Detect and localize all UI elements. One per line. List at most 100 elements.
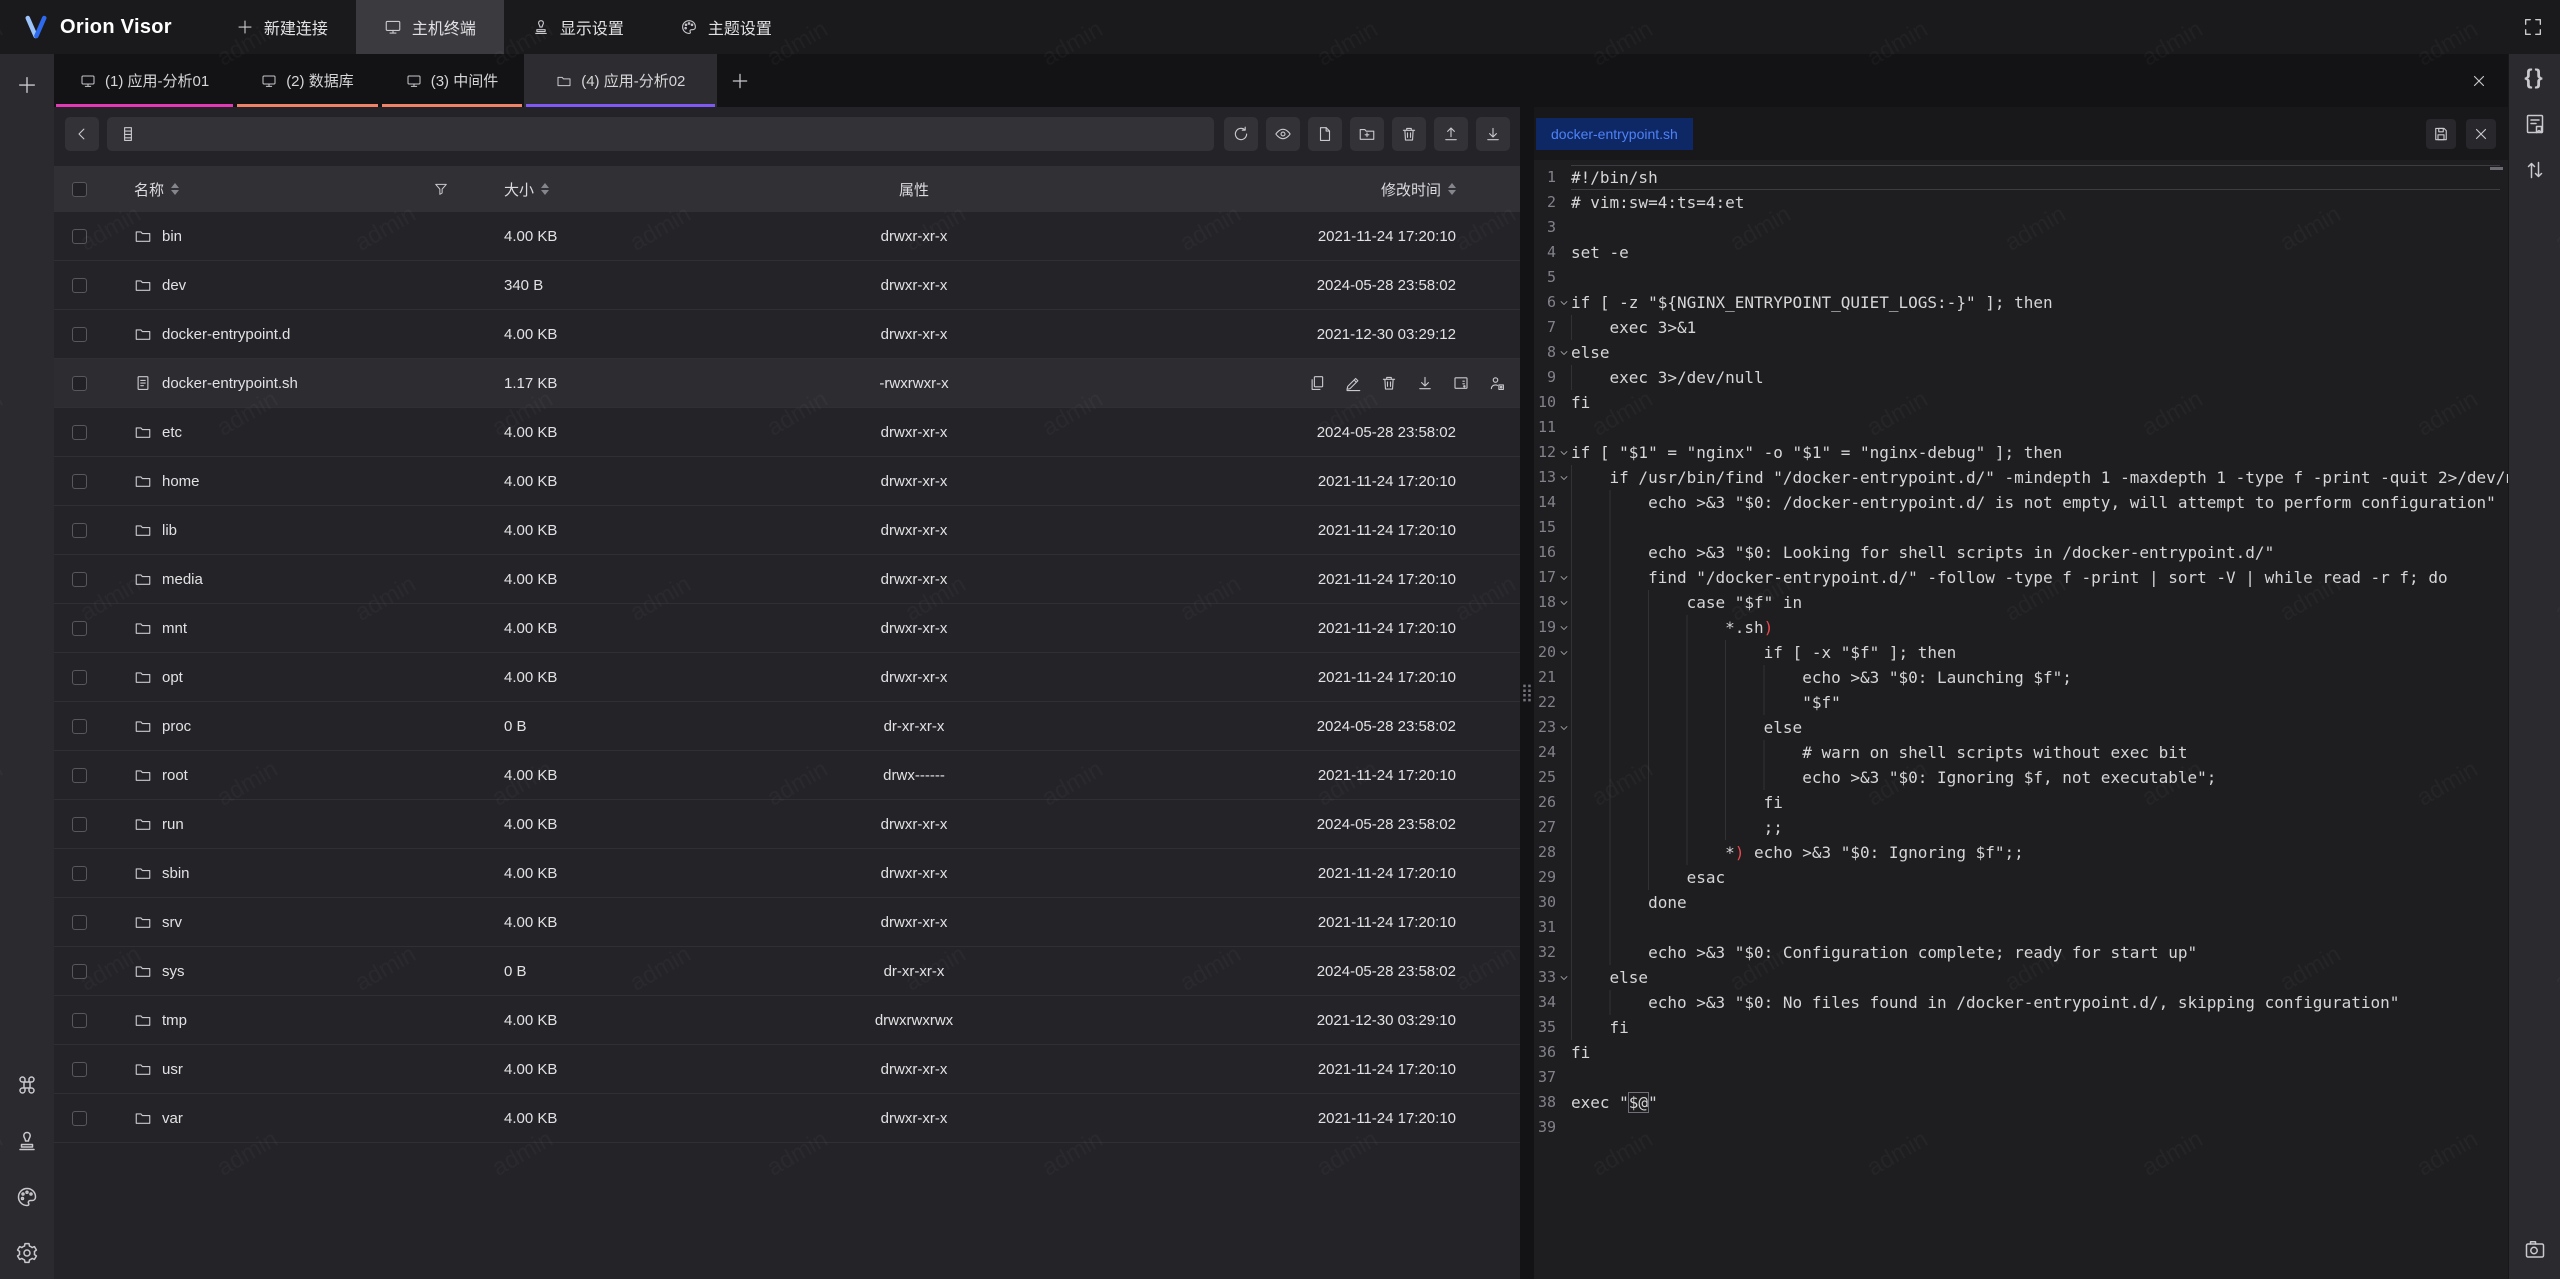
fold-toggle[interactable] (1556, 515, 1571, 540)
fold-toggle[interactable] (1556, 1040, 1571, 1065)
row-checkbox[interactable] (72, 572, 87, 587)
terminal-tab-4[interactable]: (4) 应用-分析02 (524, 54, 717, 107)
table-row[interactable]: home 4.00 KB drwxr-xr-x 2021-11-24 17:20… (54, 457, 1520, 506)
nav-item-host-terminal[interactable]: 主机终端 (356, 0, 504, 54)
fold-toggle[interactable] (1556, 265, 1571, 290)
terminal-tab-1[interactable]: (1) 应用-分析01 (54, 54, 235, 107)
code-line[interactable]: 22 "$f" (1534, 690, 2508, 715)
code-line[interactable]: 7 exec 3>&1 (1534, 315, 2508, 340)
code-line[interactable]: 33 else (1534, 965, 2508, 990)
table-row[interactable]: sys 0 B dr-xr-xr-x 2024-05-28 23:58:02 (54, 947, 1520, 996)
download-file-button[interactable] (1416, 374, 1434, 392)
code-line[interactable]: 37 (1534, 1065, 2508, 1090)
code-line[interactable]: 6 if [ -z "${NGINX_ENTRYPOINT_QUIET_LOGS… (1534, 290, 2508, 315)
table-row[interactable]: mnt 4.00 KB drwxr-xr-x 2021-11-24 17:20:… (54, 604, 1520, 653)
download-button[interactable] (1476, 117, 1510, 151)
fold-toggle[interactable] (1556, 415, 1571, 440)
table-row[interactable]: root 4.00 KB drwx------ 2021-11-24 17:20… (54, 751, 1520, 800)
code-line[interactable]: 8 else (1534, 340, 2508, 365)
file-name[interactable]: home (162, 473, 200, 490)
fold-toggle[interactable] (1556, 665, 1571, 690)
add-button[interactable] (16, 74, 38, 96)
fold-toggle[interactable] (1556, 690, 1571, 715)
nav-item-display-settings[interactable]: 显示设置 (504, 0, 652, 54)
file-name[interactable]: root (162, 767, 188, 784)
delete-file-button[interactable] (1380, 374, 1398, 392)
code-line[interactable]: 9 exec 3>/dev/null (1534, 365, 2508, 390)
fold-toggle[interactable] (1556, 965, 1571, 990)
nav-item-new-connection[interactable]: 新建连接 (208, 0, 356, 54)
settings-button[interactable] (15, 1241, 39, 1265)
screenshot-button[interactable] (2523, 1237, 2547, 1261)
file-name[interactable]: run (162, 816, 184, 833)
table-row[interactable]: bin 4.00 KB drwxr-xr-x 2021-11-24 17:20:… (54, 212, 1520, 261)
terminal-tab-3[interactable]: (3) 中间件 (380, 54, 525, 107)
row-checkbox[interactable] (72, 229, 87, 244)
fold-toggle[interactable] (1556, 590, 1571, 615)
file-name[interactable]: docker-entrypoint.d (162, 326, 290, 343)
code-line[interactable]: 14 echo >&3 "$0: /docker-entrypoint.d/ i… (1534, 490, 2508, 515)
fold-toggle[interactable] (1556, 715, 1571, 740)
code-line[interactable]: 21 echo >&3 "$0: Launching $f"; (1534, 665, 2508, 690)
theme-settings-button[interactable] (15, 1185, 39, 1209)
table-row[interactable]: media 4.00 KB drwxr-xr-x 2021-11-24 17:2… (54, 555, 1520, 604)
file-name[interactable]: mnt (162, 620, 187, 637)
code-line[interactable]: 1 #!/bin/sh (1534, 165, 2508, 190)
fold-toggle[interactable] (1556, 290, 1571, 315)
code-line[interactable]: 35 fi (1534, 1015, 2508, 1040)
brand[interactable]: Orion Visor (24, 0, 172, 54)
file-name[interactable]: proc (162, 718, 191, 735)
row-checkbox[interactable] (72, 719, 87, 734)
fold-toggle[interactable] (1556, 190, 1571, 215)
row-checkbox[interactable] (72, 1062, 87, 1077)
sort-mtime-button[interactable] (1448, 183, 1456, 195)
file-name[interactable]: sys (162, 963, 185, 980)
table-row[interactable]: srv 4.00 KB drwxr-xr-x 2021-11-24 17:20:… (54, 898, 1520, 947)
transfer-button[interactable] (2523, 158, 2547, 182)
file-name[interactable]: lib (162, 522, 177, 539)
refresh-button[interactable] (1224, 117, 1258, 151)
edit-file-button[interactable] (1344, 374, 1362, 392)
file-name[interactable]: var (162, 1110, 183, 1127)
select-all-checkbox[interactable] (72, 182, 87, 197)
file-name[interactable]: bin (162, 228, 182, 245)
code-line[interactable]: 24 # warn on shell scripts without exec … (1534, 740, 2508, 765)
fullscreen-button[interactable] (2522, 16, 2544, 38)
table-row[interactable]: run 4.00 KB drwxr-xr-x 2024-05-28 23:58:… (54, 800, 1520, 849)
file-name[interactable]: srv (162, 914, 182, 931)
code-line[interactable]: 3 (1534, 215, 2508, 240)
table-row[interactable]: dev 340 B drwxr-xr-x 2024-05-28 23:58:02 (54, 261, 1520, 310)
document-bookmark-button[interactable] (2523, 112, 2547, 136)
upload-button[interactable] (1434, 117, 1468, 151)
fold-toggle[interactable] (1556, 890, 1571, 915)
row-checkbox[interactable] (72, 768, 87, 783)
fold-toggle[interactable] (1556, 565, 1571, 590)
path-breadcrumb-input[interactable] (107, 117, 1214, 151)
code-line[interactable]: 18 case "$f" in (1534, 590, 2508, 615)
code-line[interactable]: 27 ;; (1534, 815, 2508, 840)
table-row[interactable]: lib 4.00 KB drwxr-xr-x 2021-11-24 17:20:… (54, 506, 1520, 555)
code-line[interactable]: 13 if /usr/bin/find "/docker-entrypoint.… (1534, 465, 2508, 490)
table-row[interactable]: proc 0 B dr-xr-xr-x 2024-05-28 23:58:02 (54, 702, 1520, 751)
row-checkbox[interactable] (72, 278, 87, 293)
fold-toggle[interactable] (1556, 340, 1571, 365)
fold-toggle[interactable] (1556, 365, 1571, 390)
code-line[interactable]: 5 (1534, 265, 2508, 290)
code-line[interactable]: 10 fi (1534, 390, 2508, 415)
code-line[interactable]: 11 (1534, 415, 2508, 440)
fold-toggle[interactable] (1556, 440, 1571, 465)
file-name[interactable]: sbin (162, 865, 190, 882)
fold-toggle[interactable] (1556, 865, 1571, 890)
table-row[interactable]: tmp 4.00 KB drwxrwxrwx 2021-12-30 03:29:… (54, 996, 1520, 1045)
row-checkbox[interactable] (72, 376, 87, 391)
code-line[interactable]: 34 echo >&3 "$0: No files found in /dock… (1534, 990, 2508, 1015)
new-tab-button[interactable] (717, 54, 763, 107)
fold-toggle[interactable] (1556, 490, 1571, 515)
row-checkbox[interactable] (72, 621, 87, 636)
code-line[interactable]: 12 if [ "$1" = "nginx" -o "$1" = "nginx-… (1534, 440, 2508, 465)
fold-toggle[interactable] (1556, 1115, 1571, 1140)
panel-splitter[interactable]: ⣿ (1520, 107, 1534, 1279)
code-line[interactable]: 29 esac (1534, 865, 2508, 890)
fold-toggle[interactable] (1556, 740, 1571, 765)
fold-toggle[interactable] (1556, 215, 1571, 240)
